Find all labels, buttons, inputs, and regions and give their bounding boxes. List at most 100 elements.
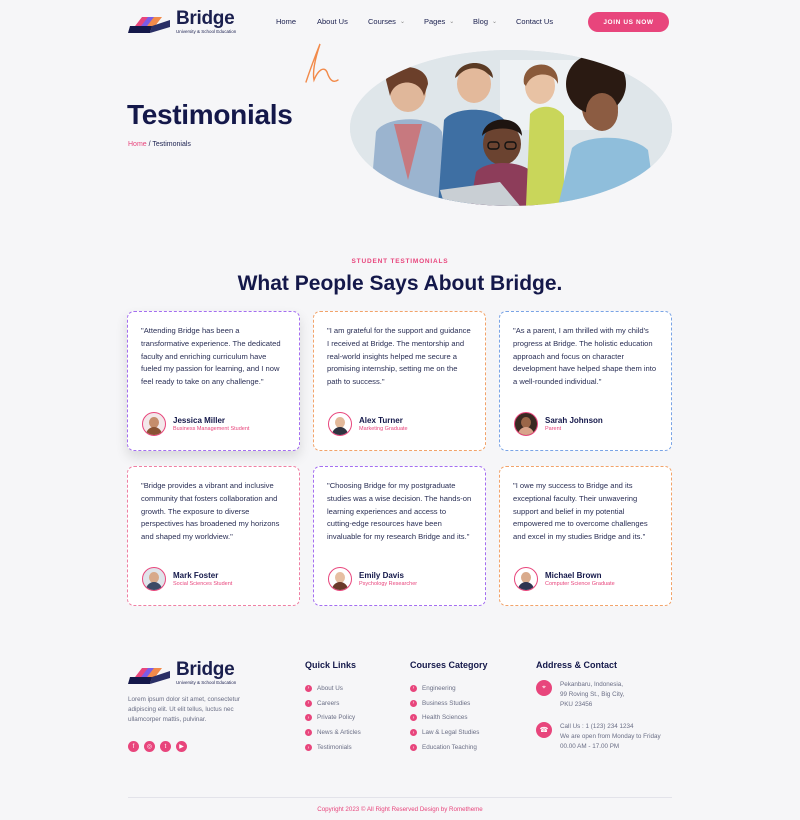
- author-name: Mark Foster: [173, 571, 219, 580]
- footer-link-about-us[interactable]: › About Us: [305, 681, 361, 696]
- hero-students-photo: [350, 50, 672, 206]
- testimonial-card: "As a parent, I am thrilled with my chil…: [499, 311, 672, 451]
- nav-item-pages[interactable]: Pages ⌄: [424, 17, 473, 26]
- link-label: Business Studies: [422, 699, 471, 707]
- join-us-button[interactable]: JOIN US NOW: [588, 12, 669, 32]
- avatar: [514, 567, 538, 591]
- contact-phone[interactable]: Call Us : 1 (123) 234 1234: [560, 722, 661, 732]
- testimonial-card: "I am grateful for the support and guida…: [313, 311, 486, 451]
- footer-link-law-legal[interactable]: › Law & Legal Studies: [410, 725, 479, 740]
- address-block: ⌖ Pekanbaru, Indonesia, 99 Roving St., B…: [536, 680, 624, 710]
- contact-hours: We are open from Monday to Friday: [560, 733, 661, 740]
- breadcrumb-home-link[interactable]: Home: [128, 141, 147, 148]
- testimonial-quote: "I owe my success to Bridge and its exce…: [513, 481, 648, 542]
- author-role: Computer Science Graduate: [545, 581, 615, 587]
- youtube-icon[interactable]: ▶: [176, 741, 187, 752]
- address-line: Pekanbaru, Indonesia,: [560, 681, 624, 688]
- author-name: Jessica Miller: [173, 416, 226, 425]
- testimonial-author: Mark Foster Social Sciences Student: [142, 567, 232, 591]
- quick-links-list: › About Us › Careers › Private Policy › News…: [305, 681, 361, 755]
- chevron-down-icon: ⌄: [399, 19, 405, 25]
- testimonial-author: Jessica Miller Business Management Studen…: [142, 412, 249, 436]
- arrow-right-icon: ›: [305, 744, 312, 752]
- social-links: f ◎ t ▶: [128, 741, 192, 752]
- address-line: PKU 23456: [560, 701, 593, 708]
- footer-link-engineering[interactable]: › Engineering: [410, 681, 479, 696]
- courses-category-list: › Engineering › Business Studies › Health S…: [410, 681, 479, 755]
- arrow-right-icon: ›: [410, 699, 417, 707]
- brand-logo[interactable]: Bridge University & School Education: [128, 9, 236, 34]
- page-title: Testimonials: [127, 99, 293, 130]
- courses-category-title: Courses Category: [410, 660, 488, 670]
- avatar: [142, 567, 166, 591]
- instagram-icon[interactable]: ◎: [144, 741, 155, 752]
- link-label: Engineering: [422, 684, 456, 692]
- footer-link-private-policy[interactable]: › Private Policy: [305, 711, 361, 726]
- nav-label: About Us: [317, 17, 348, 26]
- footer-link-health-sciences[interactable]: › Health Sciences: [410, 711, 479, 726]
- footer-divider: [128, 797, 672, 798]
- nav-item-courses[interactable]: Courses ⌄: [368, 17, 424, 26]
- link-label: Health Sciences: [422, 714, 468, 722]
- chevron-down-icon: ⌄: [449, 19, 455, 25]
- link-label: Private Policy: [317, 714, 356, 722]
- footer-link-education-teaching[interactable]: › Education Teaching: [410, 740, 479, 755]
- footer-link-careers[interactable]: › Careers: [305, 696, 361, 711]
- testimonial-card: "Choosing Bridge for my postgraduate stu…: [313, 466, 486, 606]
- nav-item-contact-us[interactable]: Contact Us: [516, 17, 576, 26]
- author-role: Social Sciences Student: [173, 581, 233, 587]
- arrow-right-icon: ›: [410, 714, 417, 722]
- nav-label: Home: [276, 17, 297, 26]
- author-name: Emily Davis: [359, 571, 404, 580]
- nav-label: Blog: [473, 17, 489, 26]
- testimonial-author: Sarah Johnson Parent: [514, 412, 603, 436]
- section-eyebrow: STUDENT TESTIMONIALS: [351, 258, 449, 265]
- testimonial-author: Emily Davis Psychology Researcher: [328, 567, 417, 591]
- logo-mark-icon: [128, 667, 170, 684]
- main-nav: Home About Us Courses ⌄ Pages ⌄ Blog ⌄ Cont…: [276, 17, 576, 26]
- footer-link-testimonials[interactable]: › Testimonials: [305, 740, 361, 755]
- nav-item-home[interactable]: Home: [276, 17, 317, 26]
- squiggle-decoration-icon: [305, 43, 339, 83]
- author-role: Psychology Researcher: [359, 581, 418, 587]
- brand-tagline: University & School Education: [176, 29, 237, 34]
- author-role: Marketing Graduate: [359, 426, 408, 432]
- contact-hours: 00.00 AM - 17.00 PM: [560, 743, 620, 750]
- arrow-right-icon: ›: [305, 699, 312, 707]
- nav-item-blog[interactable]: Blog ⌄: [473, 17, 516, 26]
- testimonial-card: "Attending Bridge has been a transformat…: [127, 311, 300, 451]
- link-label: Law & Legal Studies: [422, 729, 480, 737]
- footer-link-business-studies[interactable]: › Business Studies: [410, 696, 479, 711]
- phone-icon: ☎: [536, 722, 552, 738]
- footer-link-news-articles[interactable]: › News & Articles: [305, 725, 361, 740]
- avatar: [514, 412, 538, 436]
- facebook-icon[interactable]: f: [128, 741, 139, 752]
- address-line: 99 Roving St., Big City,: [560, 691, 625, 698]
- chevron-down-icon: ⌄: [492, 19, 498, 25]
- quick-links-title: Quick Links: [305, 660, 357, 670]
- students-group-illustration: [350, 50, 672, 206]
- nav-label: Pages: [424, 17, 446, 26]
- avatar: [142, 412, 166, 436]
- testimonial-author: Alex Turner Marketing Graduate: [328, 412, 408, 436]
- twitter-icon[interactable]: t: [160, 741, 171, 752]
- copyright-text: Copyright 2023 © All Right Reserved Desi…: [317, 806, 483, 813]
- link-label: About Us: [317, 684, 343, 692]
- arrow-right-icon: ›: [305, 684, 312, 692]
- link-label: Education Teaching: [422, 744, 477, 752]
- author-role: Parent: [545, 426, 562, 432]
- testimonial-quote: "As a parent, I am thrilled with my chil…: [513, 326, 657, 387]
- author-name: Michael Brown: [545, 571, 602, 580]
- footer-logo[interactable]: Bridge University & School Education: [128, 660, 236, 685]
- address-contact-title: Address & Contact: [536, 660, 618, 670]
- link-label: Careers: [317, 699, 340, 707]
- arrow-right-icon: ›: [410, 729, 417, 737]
- author-name: Sarah Johnson: [545, 416, 603, 425]
- testimonial-quote: "Attending Bridge has been a transformat…: [141, 326, 281, 387]
- logo-mark-icon: [128, 16, 170, 33]
- testimonial-card: "Bridge provides a vibrant and inclusive…: [127, 466, 300, 606]
- breadcrumb-current: Testimonials: [152, 141, 191, 148]
- brand-tagline: University & School Education: [176, 680, 237, 685]
- avatar: [328, 567, 352, 591]
- nav-item-about-us[interactable]: About Us: [317, 17, 368, 26]
